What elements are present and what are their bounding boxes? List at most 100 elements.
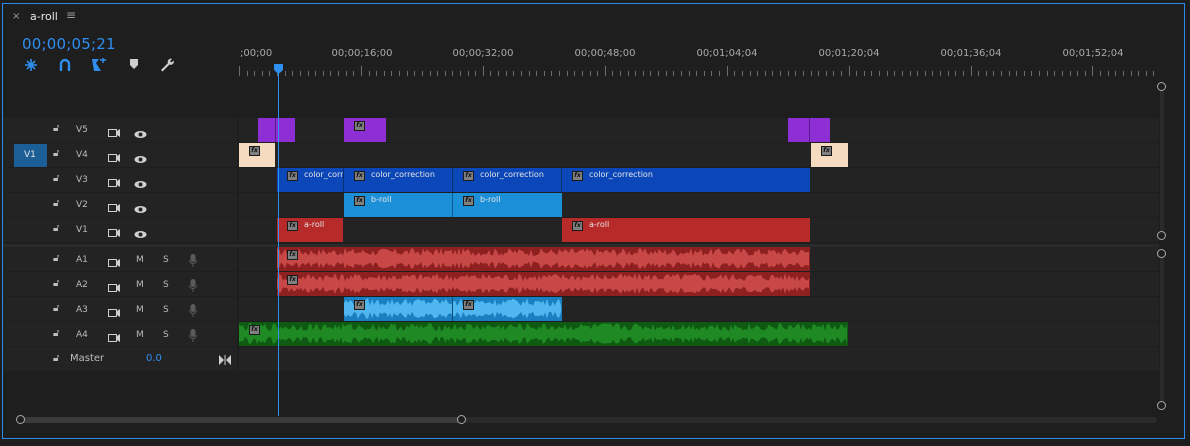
ruler-tick [467, 71, 469, 76]
zoom-right-handle[interactable] [457, 415, 466, 424]
mute-button[interactable]: M [136, 305, 144, 315]
color-correction-clip[interactable]: fx color_corr [277, 168, 344, 192]
marker-icon[interactable] [126, 58, 142, 74]
ruler-tick [627, 71, 629, 76]
sync-lock-icon[interactable] [108, 173, 120, 192]
solo-button[interactable]: S [163, 255, 169, 265]
track-header-a1[interactable] [3, 247, 237, 271]
ruler-tick [802, 71, 804, 76]
sequence-tab-title[interactable]: a-roll [30, 10, 58, 23]
lock-icon[interactable]: 🔓︎ [53, 253, 59, 264]
video-scroll-top-handle[interactable] [1157, 82, 1166, 91]
mute-button[interactable]: M [136, 330, 144, 340]
sync-lock-icon[interactable] [108, 328, 120, 347]
track-header-v3[interactable] [3, 168, 237, 192]
mute-button[interactable]: M [136, 280, 144, 290]
zoom-left-handle[interactable] [16, 415, 25, 424]
a-roll-clip[interactable]: fx a-roll [277, 218, 343, 242]
solo-button[interactable]: S [163, 330, 169, 340]
microphone-icon[interactable] [189, 252, 197, 271]
eye-icon[interactable] [134, 224, 147, 243]
ruler-tick [574, 71, 576, 76]
color-correction-clip[interactable]: fx color_correction [453, 168, 562, 192]
playhead-timecode[interactable]: 00;00;05;21 [22, 35, 116, 53]
a-roll-clip[interactable]: fx a-roll [562, 218, 810, 242]
clip-label: color_correction [589, 170, 653, 179]
track-header-a2[interactable] [3, 272, 237, 296]
sync-lock-icon[interactable] [108, 278, 120, 297]
adjustment-clip[interactable]: fx [344, 118, 386, 142]
solo-button[interactable]: S [163, 280, 169, 290]
sync-lock-icon[interactable] [108, 198, 120, 217]
track-header-a4[interactable] [3, 322, 237, 346]
lock-icon[interactable]: 🔓︎ [53, 278, 59, 289]
master-volume-value[interactable]: 0.0 [146, 353, 162, 364]
ruler-tick [825, 71, 827, 76]
lock-icon[interactable]: 🔓︎ [53, 198, 59, 209]
snap-icon[interactable] [23, 58, 39, 74]
close-tab-button[interactable]: × [12, 11, 20, 22]
video-scroll-bottom-handle[interactable] [1157, 231, 1166, 240]
title-clip[interactable]: fx [239, 143, 275, 167]
track-header-v5[interactable] [3, 118, 237, 142]
wrench-icon[interactable] [159, 58, 175, 74]
lock-icon[interactable]: 🔓︎ [53, 173, 59, 184]
fx-badge-icon: fx [249, 325, 260, 335]
audio-vertical-scrollbar[interactable] [1160, 254, 1164, 404]
mute-button[interactable]: M [136, 255, 144, 265]
audio-clip-a3[interactable]: fx [344, 297, 453, 321]
b-roll-clip[interactable]: fx b-roll [344, 193, 453, 217]
lock-icon[interactable]: 🔓︎ [53, 148, 59, 159]
eye-icon[interactable] [134, 174, 147, 193]
lock-icon[interactable]: 🔓︎ [53, 328, 59, 339]
lock-icon[interactable]: 🔓︎ [53, 353, 59, 364]
b-roll-clip[interactable]: fx b-roll [453, 193, 562, 217]
track-header-v1[interactable] [3, 218, 237, 242]
ruler-tick [940, 71, 942, 76]
adjustment-clip[interactable] [788, 118, 810, 142]
adjustment-clip[interactable] [810, 118, 830, 142]
lock-icon[interactable]: 🔓︎ [53, 123, 59, 134]
audio-clip-a4[interactable]: fx [239, 322, 848, 346]
track-header-a3[interactable] [3, 297, 237, 321]
audio-clip-a2[interactable]: fx [277, 272, 810, 296]
linked-selection-icon[interactable] [57, 58, 73, 74]
ruler-tick [1092, 66, 1094, 76]
microphone-icon[interactable] [189, 302, 197, 321]
track-header-v2[interactable] [3, 193, 237, 217]
add-marker-icon[interactable] [91, 58, 107, 74]
sync-lock-icon[interactable] [108, 148, 120, 167]
tab-menu-icon[interactable]: ≡ [66, 8, 76, 22]
color-correction-clip[interactable]: fx color_correction [344, 168, 453, 192]
lock-icon[interactable]: 🔓︎ [53, 303, 59, 314]
sync-lock-icon[interactable] [108, 223, 120, 242]
audio-scroll-bottom-handle[interactable] [1157, 401, 1166, 410]
color-correction-clip[interactable]: fx color_correction [562, 168, 810, 192]
playhead-line[interactable] [278, 64, 279, 416]
master-label: Master [70, 353, 105, 364]
ruler-tick [269, 71, 271, 76]
track-header-master[interactable] [3, 347, 237, 371]
eye-icon[interactable] [134, 199, 147, 218]
adjustment-clip[interactable] [258, 118, 276, 142]
microphone-icon[interactable] [189, 277, 197, 296]
sync-lock-icon[interactable] [108, 303, 120, 322]
sync-lock-icon[interactable] [108, 123, 120, 142]
track-row-v4[interactable] [239, 143, 1159, 167]
horizontal-scroll-thumb[interactable] [21, 417, 462, 423]
title-clip[interactable]: fx [811, 143, 848, 167]
audio-clip-a3[interactable]: fx [453, 297, 562, 321]
solo-button[interactable]: S [163, 305, 169, 315]
ruler-tick [261, 71, 263, 76]
audio-clip-a1[interactable]: fx [277, 247, 810, 271]
eye-icon[interactable] [134, 124, 147, 143]
microphone-icon[interactable] [189, 327, 197, 346]
sync-lock-icon[interactable] [108, 253, 120, 272]
go-to-end-icon[interactable] [219, 350, 231, 369]
video-vertical-scrollbar[interactable] [1160, 86, 1164, 236]
eye-icon[interactable] [134, 149, 147, 168]
track-row-master [239, 347, 1159, 371]
audio-scroll-top-handle[interactable] [1157, 249, 1166, 258]
ruler-tick [414, 71, 416, 76]
lock-icon[interactable]: 🔓︎ [53, 223, 59, 234]
